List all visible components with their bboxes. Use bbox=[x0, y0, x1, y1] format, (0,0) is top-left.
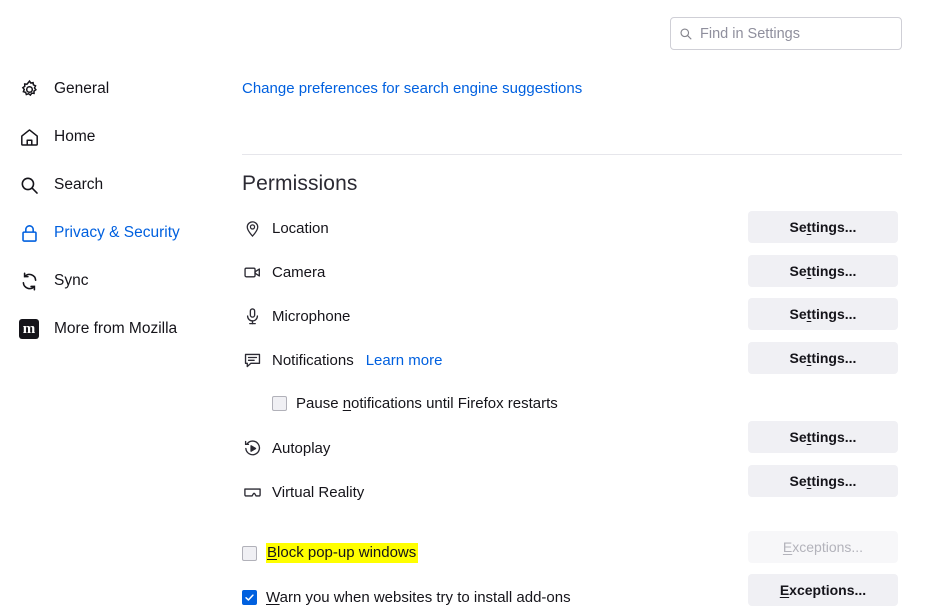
sidebar-item-general[interactable]: General bbox=[0, 72, 230, 106]
sidebar-item-more-from-mozilla[interactable]: m More from Mozilla bbox=[0, 312, 230, 346]
popup-exceptions-button-text: Exceptions... bbox=[782, 539, 864, 555]
sidebar-item-label: More from Mozilla bbox=[54, 320, 178, 338]
permission-label: Camera bbox=[272, 263, 326, 281]
autoplay-settings-button[interactable]: Settings... bbox=[748, 421, 898, 453]
addons-exceptions-button-text: Exceptions... bbox=[779, 582, 867, 598]
permission-label: Virtual Reality bbox=[272, 483, 365, 501]
block-popups-label: Block pop-up windows bbox=[266, 543, 419, 563]
camera-icon bbox=[242, 262, 262, 282]
autoplay-settings-button-text: Settings... bbox=[789, 429, 857, 445]
sidebar-item-privacy-security[interactable]: Privacy & Security bbox=[0, 216, 230, 250]
microphone-settings-button-text: Settings... bbox=[789, 306, 857, 322]
settings-sidebar: General Home Search Privacy & Security S… bbox=[0, 72, 230, 360]
location-pin-icon bbox=[242, 218, 262, 238]
notifications-settings-button-text: Settings... bbox=[789, 350, 857, 366]
home-icon bbox=[18, 126, 40, 148]
section-divider bbox=[242, 154, 902, 155]
popup-exceptions-button[interactable]: Exceptions... bbox=[748, 531, 898, 563]
search-icon bbox=[679, 27, 693, 41]
sidebar-item-label: Privacy & Security bbox=[54, 224, 180, 242]
lock-icon bbox=[18, 222, 40, 244]
search-icon bbox=[18, 174, 40, 196]
location-settings-button[interactable]: Settings... bbox=[748, 211, 898, 243]
pause-notifications-checkbox[interactable] bbox=[272, 395, 287, 411]
virtual-reality-settings-button[interactable]: Settings... bbox=[748, 465, 898, 497]
addons-exceptions-button[interactable]: Exceptions... bbox=[748, 574, 898, 606]
block-popups-access-key: B bbox=[267, 544, 278, 561]
permission-label: Microphone bbox=[272, 307, 351, 325]
find-in-settings-box[interactable] bbox=[670, 17, 902, 50]
learn-more-link[interactable]: Learn more bbox=[366, 352, 443, 369]
permission-label: Autoplay bbox=[272, 439, 331, 457]
microphone-icon bbox=[242, 306, 262, 326]
mozilla-m-badge-icon: m bbox=[18, 318, 40, 340]
sidebar-item-home[interactable]: Home bbox=[0, 120, 230, 154]
sync-icon bbox=[18, 270, 40, 292]
pause-notifications-label-before: Pause bbox=[296, 394, 343, 412]
pause-notifications-access-key: n bbox=[342, 394, 352, 412]
pause-notifications-label-after: otifications until Firefox restarts bbox=[351, 394, 558, 412]
camera-settings-button[interactable]: Settings... bbox=[748, 255, 898, 287]
warn-addons-label: Warn you when websites try to install ad… bbox=[266, 589, 571, 606]
pause-notifications-label: Pause notifications until Firefox restar… bbox=[296, 395, 558, 412]
notification-icon bbox=[242, 350, 262, 370]
block-popups-checkbox[interactable] bbox=[242, 545, 257, 561]
warn-addons-checkbox[interactable] bbox=[242, 589, 257, 605]
sidebar-item-sync[interactable]: Sync bbox=[0, 264, 230, 298]
sidebar-item-label: Sync bbox=[54, 272, 89, 290]
firefox-settings-page: General Home Search bbox=[0, 0, 927, 613]
notifications-settings-button[interactable]: Settings... bbox=[748, 342, 898, 374]
sidebar-item-search[interactable]: Search bbox=[0, 168, 230, 202]
autoplay-icon bbox=[242, 438, 262, 458]
page-section-title: Permissions bbox=[242, 172, 358, 195]
warn-addons-label-after: arn you when websites try to install add… bbox=[279, 588, 571, 606]
sidebar-item-label: Search bbox=[54, 176, 104, 194]
mozilla-m-badge-glyph: m bbox=[19, 319, 39, 339]
warn-addons-access-key: W bbox=[266, 588, 280, 606]
sidebar-item-label: General bbox=[54, 80, 110, 98]
location-settings-button-text: Settings... bbox=[789, 219, 857, 235]
search-suggestions-preferences-link[interactable]: Change preferences for search engine sug… bbox=[242, 80, 582, 97]
search-input[interactable] bbox=[700, 25, 893, 42]
sidebar-item-label: Home bbox=[54, 128, 96, 146]
vr-headset-icon bbox=[242, 482, 262, 502]
gear-icon bbox=[18, 78, 40, 100]
block-popups-label-after: lock pop-up windows bbox=[277, 544, 417, 561]
permission-label: Notifications bbox=[272, 351, 354, 369]
camera-settings-button-text: Settings... bbox=[789, 263, 857, 279]
permission-label: Location bbox=[272, 219, 329, 237]
pause-notifications-row[interactable]: Pause notifications until Firefox restar… bbox=[272, 390, 902, 416]
virtual-reality-settings-button-text: Settings... bbox=[789, 473, 857, 489]
microphone-settings-button[interactable]: Settings... bbox=[748, 298, 898, 330]
